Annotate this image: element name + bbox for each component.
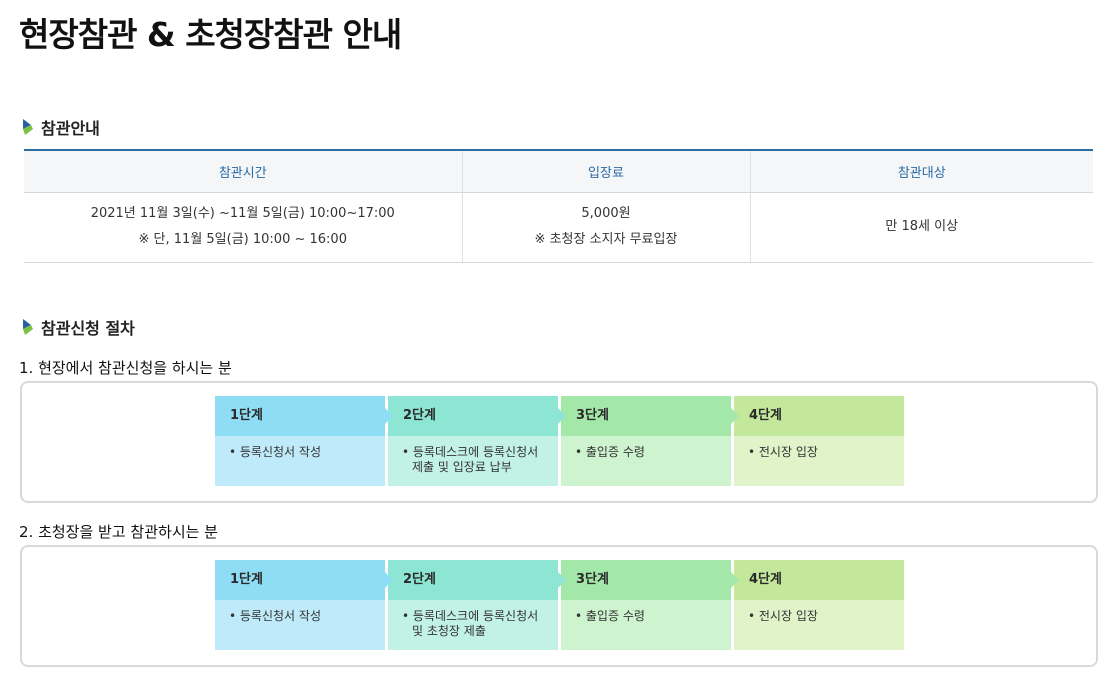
step-description-line: 제출 및 입장료 납부	[412, 460, 512, 474]
step-description-line: • 출입증 수령	[575, 609, 645, 623]
column-header-time: 참관시간	[24, 150, 462, 193]
step-label: 2단계	[388, 560, 558, 600]
step-card: 2단계 • 등록데스크에 등록신청서 및 초청장 제출	[388, 560, 566, 650]
section-heading-label: 참관안내	[41, 119, 100, 138]
table-header-row: 참관시간 입장료 참관대상	[24, 150, 1093, 193]
step-description: • 등록신청서 작성	[215, 600, 385, 650]
onsite-procedure-box: 1단계 • 등록신청서 작성 2단계 • 등록데스크에 등록신청서 제출 및 입…	[20, 381, 1098, 503]
arrow-right-icon	[558, 572, 566, 588]
visit-time-note: ※ 단, 11월 5일(금) 10:00 ~ 16:00	[138, 232, 347, 247]
admission-fee-text: 5,000원	[581, 206, 631, 221]
step-card: 2단계 • 등록데스크에 등록신청서 제출 및 입장료 납부	[388, 396, 566, 486]
step-description: • 등록신청서 작성	[215, 436, 385, 486]
bullet-icon	[23, 319, 33, 335]
arrow-right-icon	[385, 572, 393, 588]
step-label: 1단계	[215, 560, 385, 600]
cell-visit-target: 만 18세 이상	[749, 192, 1093, 263]
section-heading-label: 참관신청 절차	[41, 319, 135, 338]
page-title: 현장참관 & 초청장참관 안내	[19, 15, 402, 54]
step-label: 2단계	[388, 396, 558, 436]
arrow-right-icon	[731, 408, 739, 424]
step-description-line: • 출입증 수령	[575, 445, 645, 459]
table-row: 2021년 11월 3일(수) ~11월 5일(금) 10:00~17:00 ※…	[24, 192, 1093, 263]
section-heading-visit-info: 참관안내	[21, 115, 100, 139]
step-card: 4단계 • 전시장 입장	[734, 396, 904, 486]
step-description: • 등록데스크에 등록신청서 및 초청장 제출	[388, 600, 558, 650]
step-card: 1단계 • 등록신청서 작성	[215, 396, 393, 486]
arrow-right-icon	[558, 408, 566, 424]
step-card: 3단계 • 출입증 수령	[561, 396, 739, 486]
step-card: 1단계 • 등록신청서 작성	[215, 560, 393, 650]
arrow-right-icon	[385, 408, 393, 424]
admission-fee-note: ※ 초청장 소지자 무료입장	[534, 232, 678, 247]
step-label: 1단계	[215, 396, 385, 436]
cell-admission-fee: 5,000원 ※ 초청장 소지자 무료입장	[461, 192, 750, 263]
invited-procedure-title: 2. 초청장을 받고 참관하시는 분	[19, 523, 218, 541]
section-heading-procedure: 참관신청 절차	[21, 315, 135, 339]
step-card: 4단계 • 전시장 입장	[734, 560, 904, 650]
step-label: 3단계	[561, 560, 731, 600]
onsite-steps: 1단계 • 등록신청서 작성 2단계 • 등록데스크에 등록신청서 제출 및 입…	[215, 396, 904, 486]
bullet-icon	[23, 119, 33, 135]
step-description: • 출입증 수령	[561, 600, 731, 650]
step-description-line: • 전시장 입장	[748, 445, 818, 459]
step-description: • 전시장 입장	[734, 436, 904, 486]
step-description-line: • 등록신청서 작성	[229, 609, 321, 623]
invited-procedure-box: 1단계 • 등록신청서 작성 2단계 • 등록데스크에 등록신청서 및 초청장 …	[20, 545, 1098, 667]
step-description: • 등록데스크에 등록신청서 제출 및 입장료 납부	[388, 436, 558, 486]
step-description-line: 및 초청장 제출	[412, 624, 486, 638]
step-description-line: • 등록데스크에 등록신청서	[402, 445, 539, 459]
step-description-line: • 등록신청서 작성	[229, 445, 321, 459]
step-label: 4단계	[734, 396, 904, 436]
step-label: 3단계	[561, 396, 731, 436]
invited-steps: 1단계 • 등록신청서 작성 2단계 • 등록데스크에 등록신청서 및 초청장 …	[215, 560, 904, 650]
visit-info-table: 참관시간 입장료 참관대상 2021년 11월 3일(수) ~11월 5일(금)…	[24, 149, 1093, 263]
step-description: • 출입증 수령	[561, 436, 731, 486]
cell-visit-time: 2021년 11월 3일(수) ~11월 5일(금) 10:00~17:00 ※…	[24, 192, 462, 263]
column-header-target: 참관대상	[749, 150, 1093, 193]
step-label: 4단계	[734, 560, 904, 600]
onsite-procedure-title: 1. 현장에서 참관신청을 하시는 분	[19, 359, 232, 377]
step-description-line: • 등록데스크에 등록신청서	[402, 609, 539, 623]
visit-time-text: 2021년 11월 3일(수) ~11월 5일(금) 10:00~17:00	[90, 206, 395, 221]
arrow-right-icon	[731, 572, 739, 588]
column-header-fee: 입장료	[461, 150, 750, 193]
step-card: 3단계 • 출입증 수령	[561, 560, 739, 650]
step-description-line: • 전시장 입장	[748, 609, 818, 623]
step-description: • 전시장 입장	[734, 600, 904, 650]
